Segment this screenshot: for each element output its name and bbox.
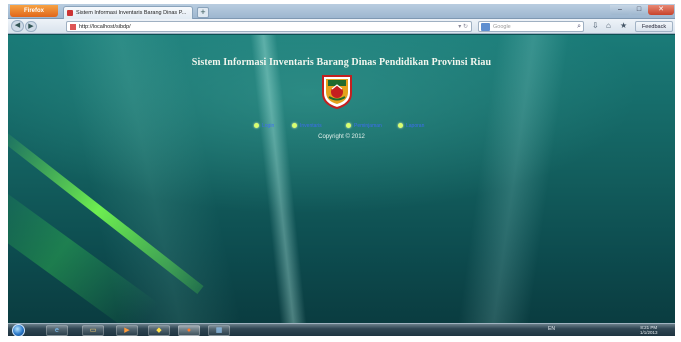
copyright-text: Copyright © 2012 [318, 134, 365, 140]
taskbar-app-icon[interactable]: ▦ [208, 325, 230, 336]
tab-title: Sistem Informasi Inventaris Barang Dinas… [76, 10, 187, 16]
taskbar-app-icon[interactable]: ◆ [148, 325, 170, 336]
home-icon[interactable]: ⌂ [606, 21, 611, 31]
search-icon[interactable]: ⌕ [577, 22, 581, 32]
taskbar-explorer-icon[interactable]: ▭ [82, 325, 104, 336]
taskbar-firefox-icon[interactable]: ● [178, 325, 200, 336]
main-menu: Login Inventaris Peminjaman Laporan [252, 121, 452, 131]
menu-item-inventaris[interactable]: Inventaris [292, 121, 322, 131]
forward-button[interactable]: ▶ [25, 21, 37, 32]
system-tray[interactable]: EN [548, 326, 555, 332]
background-light-streak [8, 126, 204, 294]
search-placeholder: Google [493, 24, 511, 30]
minimize-button[interactable]: – [610, 5, 630, 15]
download-icon[interactable]: ⇩ [592, 21, 599, 31]
screen: Firefox Sistem Informasi Inventaris Bara… [8, 4, 675, 336]
menu-bullet-icon [292, 123, 297, 129]
browser-navigation-bar: ◀ ▶ http://localhost/sibdp/ ▾ ↻ Google ⌕… [8, 19, 675, 34]
close-window-button[interactable]: ✕ [648, 5, 674, 15]
taskbar-clock[interactable]: 8:21 PM 1/1/2013 [640, 325, 658, 335]
url-dropdown-icon[interactable]: ▾ ↻ [458, 22, 468, 32]
clock-date: 1/1/2013 [640, 330, 658, 335]
menu-item-label[interactable]: Inventaris [300, 123, 322, 129]
riau-province-emblem-logo [322, 75, 352, 109]
url-input[interactable]: http://localhost/sibdp/ ▾ ↻ [66, 21, 472, 32]
page-title: Sistem Informasi Inventaris Barang Dinas… [191, 57, 492, 68]
search-engine-icon[interactable] [481, 23, 490, 31]
bookmarks-icon[interactable]: ★ [620, 21, 627, 31]
windows-taskbar: e ▭ ▶ ◆ ● ▦ EN 8:21 PM 1/1/2013 [8, 323, 675, 336]
taskbar-internet-explorer-icon[interactable]: e [46, 325, 68, 336]
search-input[interactable]: Google ⌕ [478, 21, 584, 32]
menu-item-login[interactable]: Login [254, 121, 274, 131]
menu-bullet-icon [398, 123, 403, 129]
taskbar-media-player-icon[interactable]: ▶ [116, 325, 138, 336]
browser-tab-strip: Firefox Sistem Informasi Inventaris Bara… [8, 4, 675, 19]
tab-favicon-icon [67, 10, 73, 16]
background-light-streak [8, 174, 159, 323]
menu-bullet-icon [254, 123, 259, 129]
page-content: Sistem Informasi Inventaris Barang Dinas… [8, 35, 675, 323]
menu-item-label[interactable]: Peminjaman [354, 123, 382, 129]
background-light-streak [454, 35, 572, 323]
background-light-streak [249, 35, 309, 323]
menu-bullet-icon [346, 123, 351, 129]
browser-tab-active[interactable]: Sistem Informasi Inventaris Barang Dinas… [63, 6, 193, 19]
site-favicon-icon [70, 24, 76, 30]
start-button[interactable] [12, 324, 25, 336]
new-tab-button[interactable]: + [197, 7, 209, 18]
feedback-button[interactable]: Feedback [635, 21, 673, 32]
url-text: http://localhost/sibdp/ [79, 24, 131, 30]
background-light-streak [55, 35, 241, 323]
menu-item-peminjaman[interactable]: Peminjaman [346, 121, 382, 131]
menu-item-label[interactable]: Laporan [406, 123, 424, 129]
back-button[interactable]: ◀ [11, 20, 24, 32]
menu-item-label[interactable]: Login [262, 123, 274, 129]
maximize-button[interactable]: □ [630, 5, 648, 15]
menu-item-laporan[interactable]: Laporan [398, 121, 424, 131]
firefox-menu-button[interactable]: Firefox [10, 5, 58, 17]
